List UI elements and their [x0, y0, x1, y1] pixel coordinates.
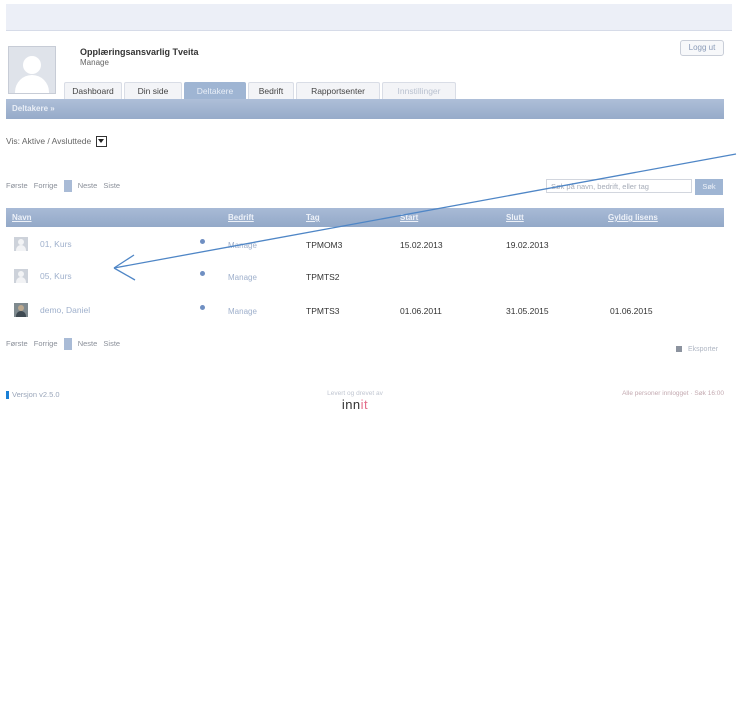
version-link[interactable]: v2.5.0 [39, 390, 59, 399]
user-name: Opplæringsansvarlig Tveita [80, 47, 199, 57]
pager-last[interactable]: Siste [103, 339, 120, 348]
column-header-start[interactable]: Start [400, 213, 418, 222]
company-link[interactable]: Manage [228, 273, 257, 282]
footer-tagline: Levert og drevet av [327, 390, 383, 397]
status-filter[interactable]: Vis: Aktive / Avsluttede [6, 136, 107, 148]
brand-mark-icon [6, 391, 9, 400]
footer-status: Alle personer innlogget · Søk 16:00 [622, 390, 724, 397]
pager-current-page[interactable] [63, 338, 72, 350]
tab-innstillinger[interactable]: Innstillinger [382, 82, 456, 100]
avatar-body-shape [15, 75, 49, 93]
export-label: Eksporter [688, 346, 718, 353]
participant-name-link[interactable]: 05, Kurs [40, 271, 72, 281]
tab-bedrift[interactable]: Bedrift [248, 82, 294, 100]
status-dot-icon [200, 305, 205, 310]
pager-last[interactable]: Siste [103, 181, 120, 190]
tag-cell: TPMOM3 [306, 240, 343, 250]
breadcrumb[interactable]: Deltakere » [12, 104, 55, 113]
user-company: Manage [80, 58, 109, 67]
pager-next[interactable]: Neste [78, 181, 98, 190]
user-avatar [8, 46, 56, 94]
tab-dashboard[interactable]: Dashboard [64, 82, 122, 100]
search-button[interactable]: Søk [695, 179, 723, 195]
status-dot-icon [200, 239, 205, 244]
search-input[interactable]: Søk på navn, bedrift, eller tag [546, 179, 692, 193]
table-row: 01, Kurs Manage TPMOM3 15.02.2013 19.02.… [6, 232, 724, 262]
dropdown-arrow-icon[interactable] [95, 136, 107, 148]
end-date-cell: 19.02.2013 [506, 240, 549, 250]
export-icon [676, 346, 682, 353]
status-dot-icon [200, 271, 205, 276]
start-date-cell: 01.06.2011 [400, 306, 442, 316]
table-row: demo, Daniel Manage TPMTS3 01.06.2011 31… [6, 298, 724, 328]
tab-rapportsenter[interactable]: Rapportsenter [296, 82, 380, 100]
filter-label: Vis: Aktive / Avsluttede [6, 136, 92, 146]
pager-top: Første Forrige Neste Siste [6, 180, 124, 192]
pager-current-page[interactable] [63, 180, 72, 192]
tag-cell: TPMTS2 [306, 272, 340, 282]
start-date-cell: 15.02.2013 [400, 240, 443, 250]
breadcrumb-bar: Deltakere » [6, 99, 724, 119]
column-header-bedrift[interactable]: Bedrift [228, 213, 254, 222]
tag-cell: TPMTS3 [306, 306, 340, 316]
company-link[interactable]: Manage [228, 241, 257, 250]
column-header-slutt[interactable]: Slutt [506, 213, 524, 222]
pager-next[interactable]: Neste [78, 339, 98, 348]
footer-logo: Levert og drevet av innit [300, 390, 410, 412]
logout-button[interactable]: Logg ut [680, 40, 724, 56]
tab-deltakere[interactable]: Deltakere [184, 82, 246, 100]
participant-name-link[interactable]: 01, Kurs [40, 239, 72, 249]
avatar [14, 269, 28, 283]
avatar [14, 303, 28, 317]
license-cell: 01.06.2015 [610, 306, 653, 316]
table-header: Navn Bedrift Tag Start Slutt Gyldig lise… [6, 208, 724, 227]
top-banner [6, 4, 732, 31]
pager-first[interactable]: Første [6, 339, 28, 348]
company-link[interactable]: Manage [228, 307, 257, 316]
column-header-tag[interactable]: Tag [306, 213, 320, 222]
pager-first[interactable]: Første [6, 181, 28, 190]
avatar [14, 237, 28, 251]
tab-din-side[interactable]: Din side [124, 82, 182, 100]
end-date-cell: 31.05.2015 [506, 306, 549, 316]
column-header-gyldig-lisens[interactable]: Gyldig lisens [608, 213, 658, 222]
column-header-name[interactable]: Navn [12, 213, 32, 222]
version-prefix: Versjon [12, 390, 38, 399]
export-link[interactable]: Eksporter [676, 346, 718, 353]
avatar-head-shape [23, 56, 41, 74]
table-row: 05, Kurs Manage TPMTS2 [6, 264, 724, 294]
participant-name-link[interactable]: demo, Daniel [40, 305, 90, 315]
pager-prev[interactable]: Forrige [34, 181, 58, 190]
innit-logo: innit [341, 397, 369, 412]
pager-bottom: Første Forrige Neste Siste [6, 338, 124, 350]
pager-prev[interactable]: Forrige [34, 339, 58, 348]
footer-version: Versjon v2.5.0 [6, 390, 60, 400]
